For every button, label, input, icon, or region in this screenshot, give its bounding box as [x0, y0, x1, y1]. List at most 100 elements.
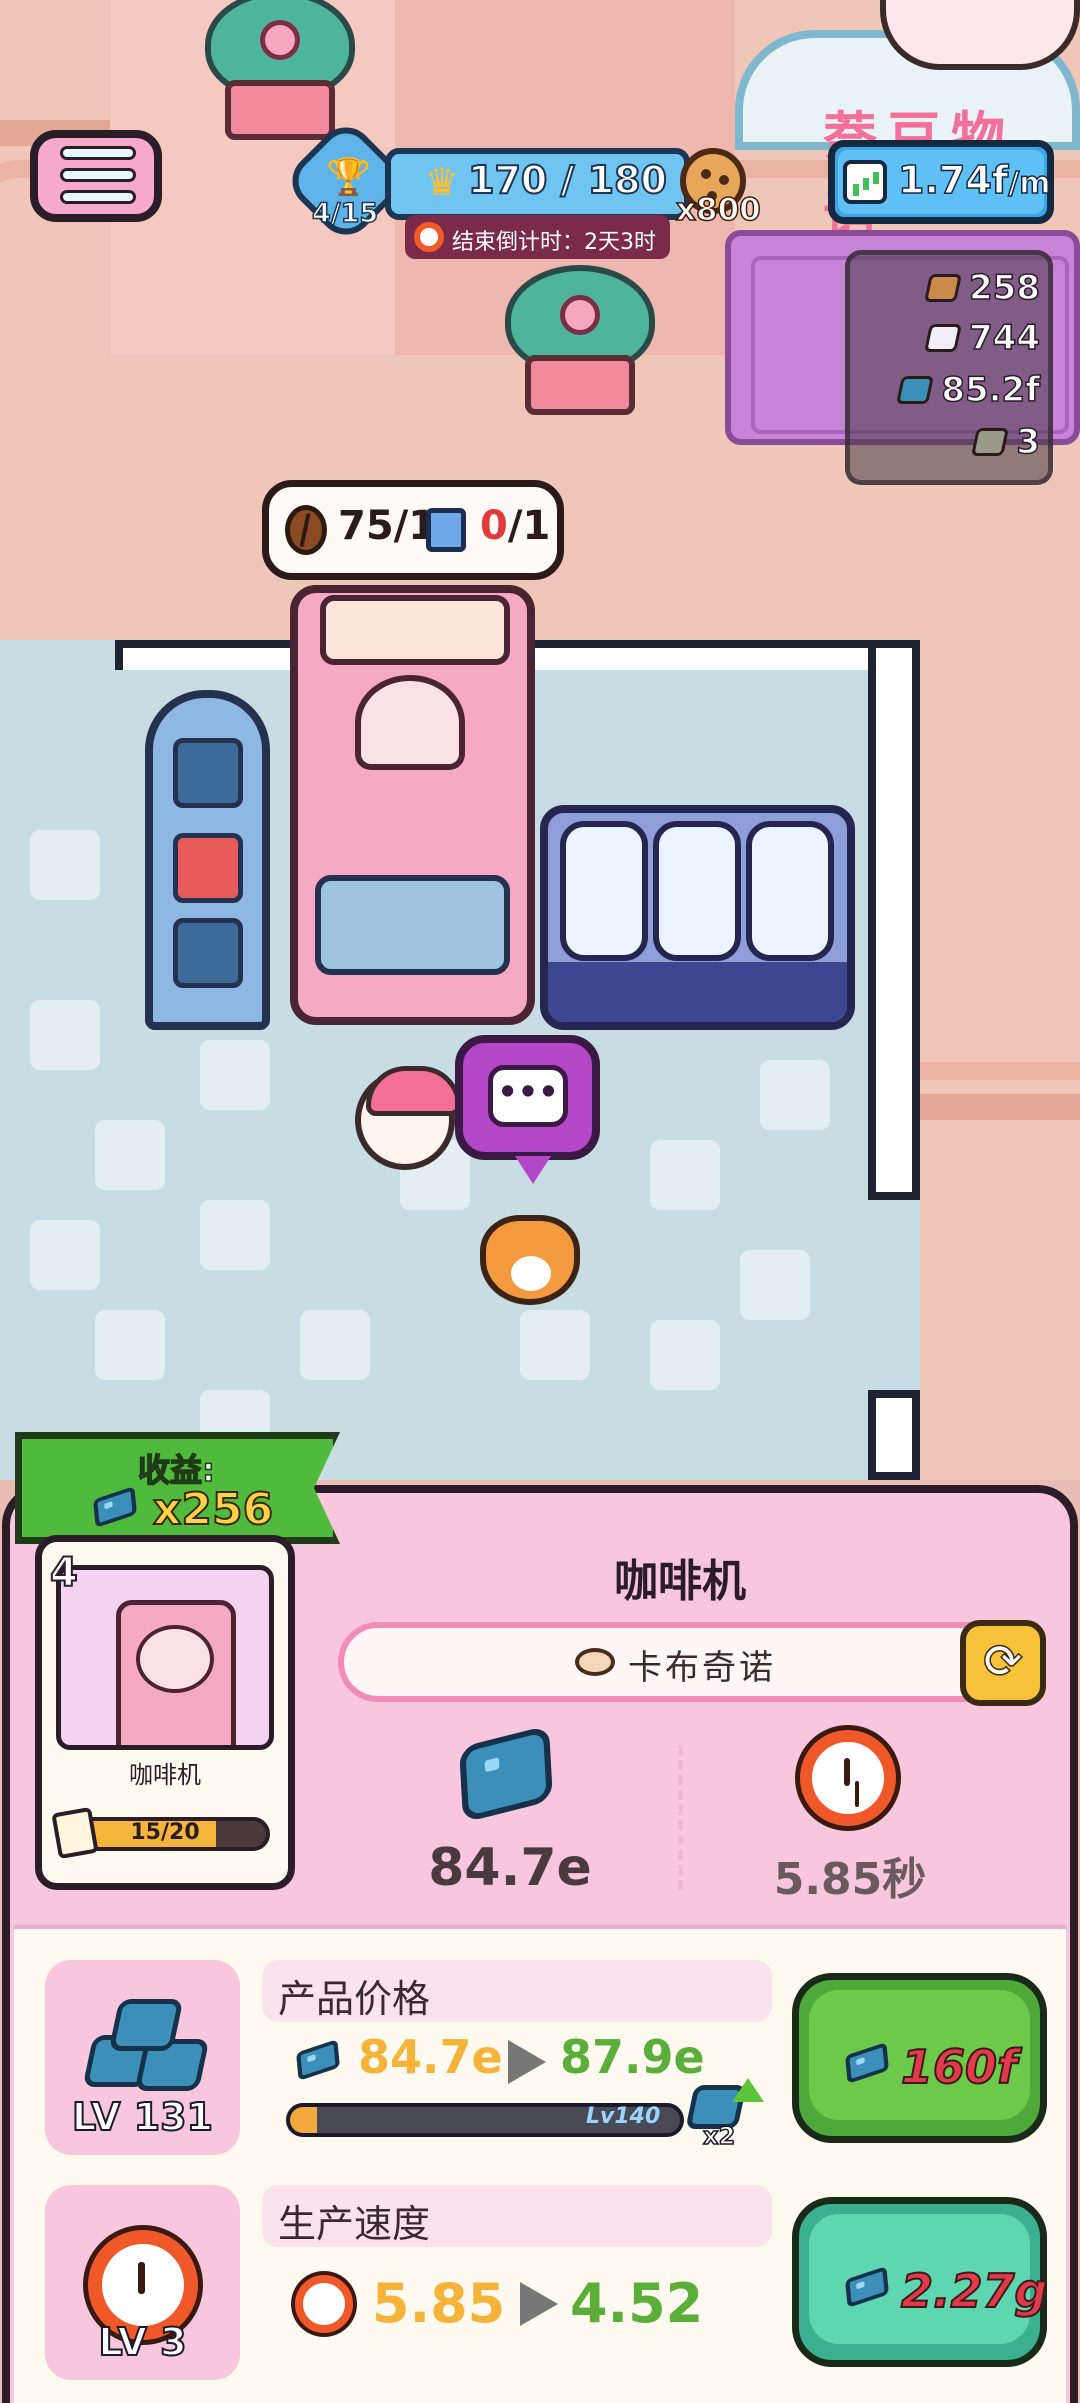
arrow-up-icon	[732, 2078, 764, 2102]
bean-count: 75/1	[338, 503, 437, 549]
milestone-bonus: x2	[702, 2121, 736, 2151]
earn-rate-value: 1.74f	[897, 157, 1009, 203]
floor-tile	[650, 1320, 720, 1390]
upgrade-speed-cost: 2.27g	[900, 2263, 1048, 2319]
menu-icon	[60, 190, 136, 204]
swap-recipe-button[interactable]: ⟳	[960, 1620, 1046, 1706]
speed-old-value: 5.85	[372, 2272, 506, 2335]
gem-icon	[845, 2042, 889, 2084]
ingredient-rack[interactable]	[145, 690, 270, 1030]
menu-icon	[60, 146, 136, 160]
trophy-progress: 4/15	[311, 197, 379, 230]
cappuccino-icon	[575, 1648, 615, 1676]
clock-icon	[414, 222, 444, 252]
speed-upgrade-title: 生产速度	[278, 2202, 431, 2246]
floor-tile	[200, 1200, 270, 1270]
floor-tile	[520, 1310, 590, 1380]
coffee-bean-icon	[285, 505, 327, 555]
resource-row: 744	[924, 317, 1041, 359]
resource-row: 85.2f	[896, 369, 1041, 411]
arrow-right-icon	[520, 2282, 558, 2326]
coffee-machine[interactable]	[290, 585, 570, 1025]
menu-button[interactable]	[30, 130, 162, 222]
resource-row: 3	[971, 421, 1041, 463]
trophy-icon: 🏆	[326, 157, 371, 198]
milk-slot	[173, 833, 243, 903]
income-value: x256	[152, 1483, 274, 1536]
card-level: 4	[49, 1549, 79, 1597]
floor-tile	[30, 1000, 100, 1070]
milestone-level: Lv140	[586, 2104, 661, 2129]
stat-divider	[678, 1745, 683, 1890]
floor-tile	[95, 1310, 165, 1380]
crown-icon: ♛	[425, 160, 460, 204]
coffee-cups-decor	[880, 0, 1080, 70]
coffee-machine-card-art	[56, 1565, 274, 1750]
floor-tile	[95, 1120, 165, 1190]
price-old-value: 84.7e	[358, 2030, 503, 2084]
floor-tile	[740, 1250, 810, 1320]
floor-tile	[760, 1060, 830, 1130]
speed-upgrade-level: LV 3	[97, 2319, 187, 2365]
resource-value: 3	[1016, 421, 1041, 463]
resource-row: 258	[924, 267, 1041, 309]
bread-icon	[924, 274, 962, 302]
arrow-right-icon	[508, 2040, 546, 2084]
price-upgrade-title: 产品价格	[278, 1977, 431, 2021]
floor-tile	[30, 1220, 100, 1290]
coffee-machine-tray	[315, 875, 510, 975]
barista-character[interactable]	[355, 1066, 461, 1170]
floor-tile	[30, 830, 100, 900]
counter-glass	[746, 821, 834, 961]
plant-pot	[525, 355, 635, 415]
stone-icon	[971, 428, 1010, 456]
floor-tile	[300, 1310, 370, 1380]
fox-customer[interactable]	[480, 1215, 580, 1305]
potted-plant	[505, 265, 655, 415]
resource-value: 85.2f	[941, 369, 1041, 411]
gem-icon	[845, 2266, 889, 2308]
milk-carton-icon	[426, 508, 466, 552]
chat-icon: •••	[488, 1065, 568, 1127]
kitchen-wall-right	[868, 640, 920, 1200]
kitchen-wall-right-lower	[868, 1390, 920, 1480]
upgrade-price-button[interactable]: 160f	[792, 1973, 1047, 2143]
bean-slot	[173, 918, 243, 988]
speech-bubble[interactable]: •••	[455, 1035, 600, 1184]
milk-need: /1	[507, 503, 551, 549]
rack-slot-empty	[173, 738, 243, 808]
price-new-value: 87.9e	[560, 2030, 705, 2084]
milk-count: 0/1	[480, 503, 550, 549]
counter-base	[548, 962, 847, 1022]
upgrade-price-button-face: 160f	[809, 1990, 1030, 2120]
earn-rate: 1.74f/m	[897, 157, 1052, 203]
flower-icon	[560, 295, 600, 335]
chart-up-icon	[843, 160, 887, 204]
price-upgrade-level: LV 131	[71, 2094, 214, 2140]
flower-icon	[260, 20, 300, 60]
earn-rate-unit: /m	[1008, 165, 1052, 202]
gem-icon	[896, 376, 935, 404]
display-counter[interactable]	[540, 805, 855, 1030]
sugar-icon	[924, 324, 962, 352]
milestone-progress-fill	[290, 2107, 318, 2133]
timer-icon	[295, 2275, 353, 2333]
upgrade-speed-button-face: 2.27g	[809, 2214, 1048, 2344]
gem-stack-icon	[78, 1995, 210, 2105]
floor-tile	[200, 1040, 270, 1110]
floor-tile	[650, 1140, 720, 1210]
timer-icon	[800, 1730, 896, 1826]
resource-value: 744	[968, 317, 1040, 359]
speed-new-value: 4.52	[570, 2272, 704, 2335]
event-countdown-text: 结束倒计时：2天3时	[452, 230, 656, 255]
cookie-multiplier: x800	[675, 191, 761, 229]
plant-pot	[225, 80, 335, 140]
production-time: 5.85秒	[773, 1854, 927, 1905]
counter-glass	[560, 821, 648, 961]
product-price: 84.7e	[428, 1838, 592, 1898]
crown-progress-text: 170 / 180	[467, 157, 668, 203]
recipe-name: 卡布奇诺	[628, 1648, 776, 1688]
resource-value: 258	[968, 267, 1040, 309]
machine-title: 咖啡机	[614, 1556, 746, 1607]
upgrade-speed-button[interactable]: 2.27g	[792, 2197, 1048, 2367]
